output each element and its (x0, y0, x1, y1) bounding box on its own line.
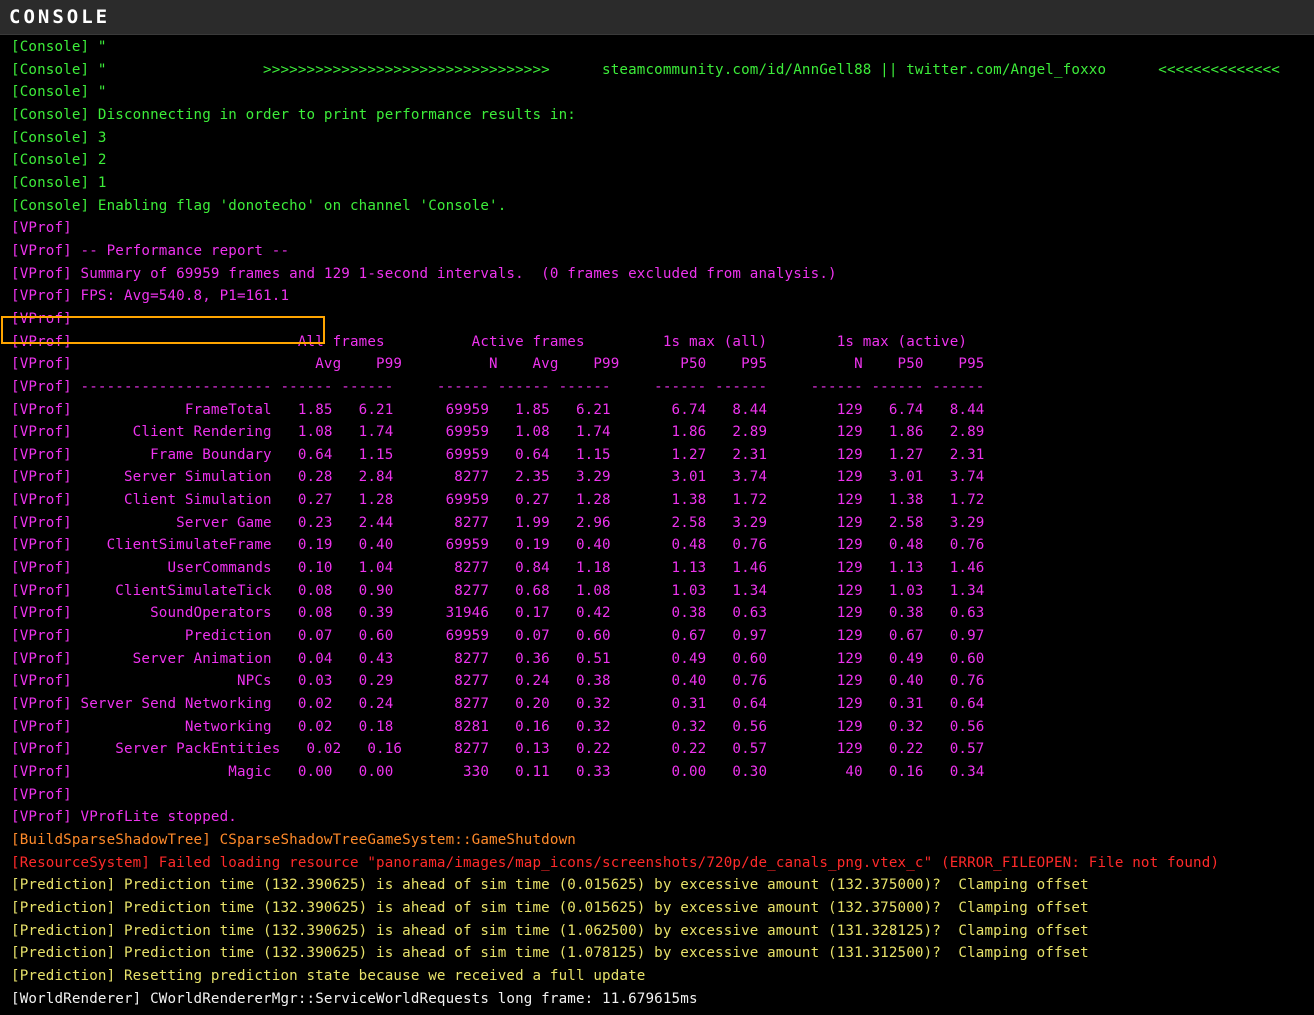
log-line-vprof: [VProf] Frame Boundary 0.64 1.15 69959 0… (11, 446, 985, 463)
log-line-vprof: [VProf] NPCs 0.03 0.29 8277 0.24 0.38 0.… (11, 673, 985, 690)
log-line-buildsparse: [BuildSparseShadowTree] CSparseShadowTre… (11, 831, 576, 848)
log-line-vprof: [VProf] ---------------------- ------ --… (11, 378, 985, 395)
console-log-area[interactable]: [Console] " [Console] " >>>>>>>>>>>>>>>>>… (0, 35, 1314, 1015)
log-line-console: [Console] Disconnecting in order to prin… (11, 106, 576, 123)
console-log-lines: [Console] " [Console] " >>>>>>>>>>>>>>>>>… (11, 36, 1280, 1010)
log-line-vprof: [VProf] Magic 0.00 0.00 330 0.11 0.33 0.… (11, 764, 985, 780)
log-line-resource: [ResourceSystem] Failed loading resource… (11, 854, 1220, 871)
log-line-vprof: [VProf] ClientSimulateFrame 0.19 0.40 69… (11, 537, 985, 554)
console-window: CONSOLE [Console] " [Console] " >>>>>>>>>… (0, 0, 1314, 1015)
log-line-console: [Console] " (11, 39, 107, 55)
log-line-vprof: [VProf] ClientSimulateTick 0.08 0.90 827… (11, 582, 985, 599)
log-line-vprof: [VProf] Server Simulation 0.28 2.84 8277… (11, 469, 985, 486)
log-line-prediction: [Prediction] Prediction time (132.390625… (11, 922, 1089, 939)
log-line-vprof: [VProf] Server PackEntities 0.02 0.16 82… (11, 741, 985, 758)
log-line-vprof: [VProf] -- Performance report -- (11, 242, 290, 259)
log-line-console: [Console] " >>>>>>>>>>>>>>>>>>>>>>>>>>>>… (11, 61, 1280, 78)
console-title: CONSOLE (9, 6, 111, 28)
log-line-vprof: [VProf] All frames Active frames 1s max … (11, 333, 968, 350)
log-line-vprof: [VProf] Summary of 69959 frames and 129 … (11, 265, 837, 282)
log-line-vprof: [VProf] Networking 0.02 0.18 8281 0.16 0… (11, 718, 985, 735)
log-line-vprof: [VProf] Server Send Networking 0.02 0.24… (11, 696, 985, 713)
log-line-vprof: [VProf] FrameTotal 1.85 6.21 69959 1.85 … (11, 401, 985, 418)
log-line-vprof: [VProf] Avg P99 N Avg P99 P50 P95 N P50 … (11, 356, 985, 373)
log-line-console: [Console] Enabling flag 'donotecho' on c… (11, 197, 507, 214)
log-line-worldrenderer: [WorldRenderer] CWorldRendererMgr::Servi… (11, 990, 698, 1007)
log-line-console: [Console] 1 (11, 174, 107, 191)
log-line-prediction: [Prediction] Resetting prediction state … (11, 967, 646, 984)
log-line-prediction: [Prediction] Prediction time (132.390625… (11, 877, 1089, 894)
log-line-vprof: [VProf] (11, 220, 72, 237)
log-line-prediction: [Prediction] Prediction time (132.390625… (11, 899, 1089, 916)
log-line-vprof: [VProf] Prediction 0.07 0.60 69959 0.07 … (11, 628, 985, 645)
log-line-vprof: [VProf] (11, 786, 72, 803)
log-line-vprof: [VProf] FPS: Avg=540.8, P1=161.1 (11, 288, 290, 305)
log-line-prediction: [Prediction] Prediction time (132.390625… (11, 945, 1089, 962)
log-line-console: [Console] " (11, 84, 107, 101)
log-line-vprof: [VProf] Server Game 0.23 2.44 8277 1.99 … (11, 514, 985, 531)
log-line-vprof: [VProf] VProfLite stopped. (11, 809, 237, 826)
log-line-vprof: [VProf] Server Animation 0.04 0.43 8277 … (11, 650, 985, 667)
log-line-console: [Console] 3 (11, 129, 107, 146)
log-line-vprof: [VProf] Client Simulation 0.27 1.28 6995… (11, 492, 985, 509)
log-line-vprof: [VProf] (11, 310, 72, 327)
log-line-console: [Console] 2 (11, 152, 107, 169)
log-line-vprof: [VProf] SoundOperators 0.08 0.39 31946 0… (11, 605, 985, 622)
log-line-vprof: [VProf] UserCommands 0.10 1.04 8277 0.84… (11, 560, 985, 577)
console-title-bar[interactable]: CONSOLE (0, 0, 1314, 35)
log-line-vprof: [VProf] Client Rendering 1.08 1.74 69959… (11, 424, 985, 441)
